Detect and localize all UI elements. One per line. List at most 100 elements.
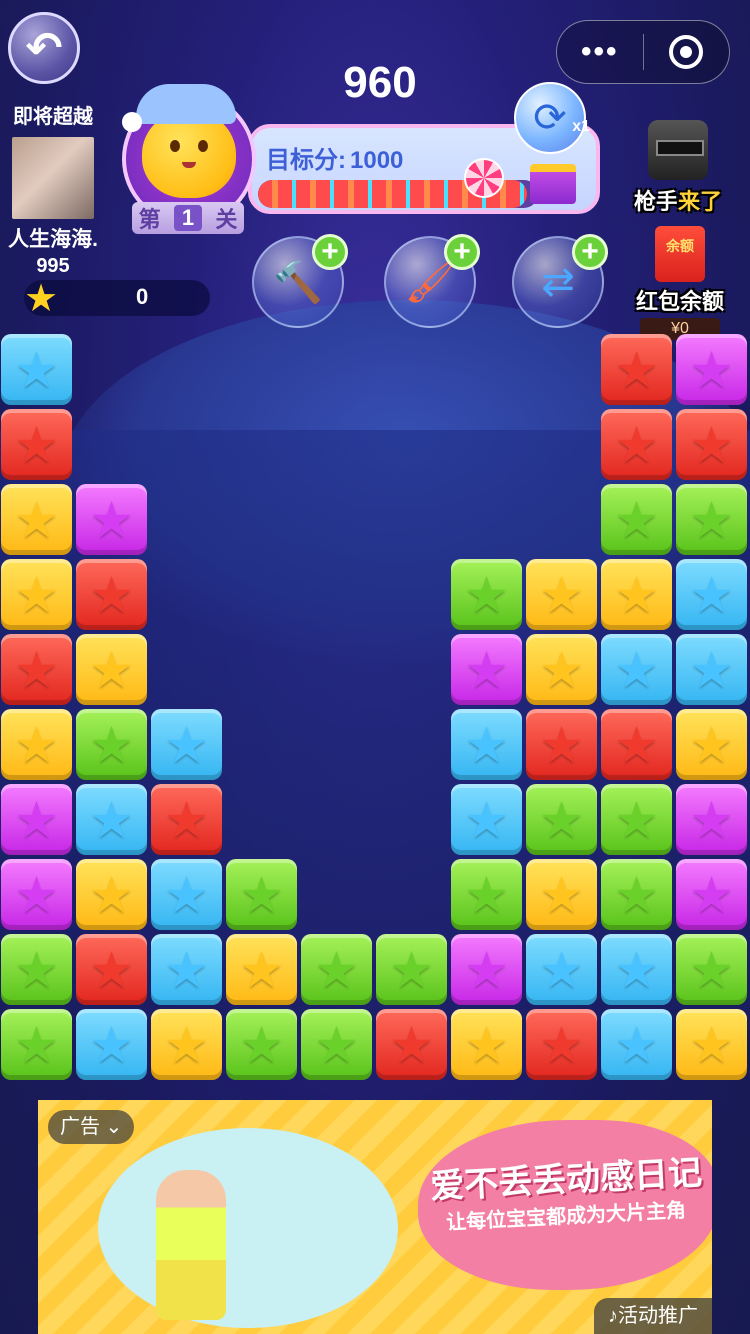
plus-icon[interactable]: +	[312, 234, 348, 270]
star-counter: ★ 0	[24, 278, 210, 320]
tile-yellow[interactable]: ★	[1, 709, 72, 780]
tile-yellow[interactable]: ★	[451, 1009, 522, 1080]
tile-blue[interactable]: ★	[601, 1009, 672, 1080]
gift-box-icon[interactable]	[530, 164, 576, 204]
tile-purple[interactable]: ★	[676, 334, 747, 405]
star-icon: ★	[614, 866, 659, 923]
tile-red[interactable]: ★	[601, 709, 672, 780]
star-icon: ★	[689, 716, 734, 773]
tile-red[interactable]: ★	[601, 334, 672, 405]
lollipop-icon	[464, 158, 504, 198]
tile-yellow[interactable]: ★	[226, 934, 297, 1005]
ad-banner[interactable]: 爱不丢丢动感日记 让每位宝宝都成为大片主角 广告 ⌄ ♪活动推广	[38, 1100, 712, 1334]
tile-green[interactable]: ★	[676, 934, 747, 1005]
tile-blue[interactable]: ★	[151, 709, 222, 780]
tile-purple[interactable]: ★	[451, 934, 522, 1005]
tile-red[interactable]: ★	[76, 934, 147, 1005]
tile-green[interactable]: ★	[1, 1009, 72, 1080]
plus-icon[interactable]: +	[572, 234, 608, 270]
rival-avatar	[12, 137, 94, 219]
star-icon: ★	[614, 566, 659, 623]
level-indicator: 第 1 关	[132, 202, 244, 234]
tile-yellow[interactable]: ★	[76, 634, 147, 705]
powerup-shuffle[interactable]: ⇄ +	[512, 234, 608, 328]
tile-green[interactable]: ★	[526, 784, 597, 855]
tile-green[interactable]: ★	[1, 934, 72, 1005]
tile-green[interactable]: ★	[301, 1009, 372, 1080]
star-icon: ★	[539, 716, 584, 773]
tile-blue[interactable]: ★	[526, 934, 597, 1005]
tile-green[interactable]: ★	[676, 484, 747, 555]
tile-red[interactable]: ★	[1, 634, 72, 705]
star-icon: ★	[389, 941, 434, 998]
tile-yellow[interactable]: ★	[151, 1009, 222, 1080]
tile-red[interactable]: ★	[376, 1009, 447, 1080]
tile-purple[interactable]: ★	[76, 484, 147, 555]
tile-red[interactable]: ★	[526, 1009, 597, 1080]
tile-blue[interactable]: ★	[76, 1009, 147, 1080]
tile-green[interactable]: ★	[301, 934, 372, 1005]
star-icon: ★	[614, 491, 659, 548]
tile-blue[interactable]: ★	[676, 559, 747, 630]
tile-blue[interactable]: ★	[151, 859, 222, 930]
tile-yellow[interactable]: ★	[76, 859, 147, 930]
nightcap-icon	[122, 84, 236, 132]
powerup-paint-brush[interactable]: 🖌 +	[384, 234, 480, 328]
tile-yellow[interactable]: ★	[676, 709, 747, 780]
star-icon: ★	[239, 866, 284, 923]
tile-blue[interactable]: ★	[1, 334, 72, 405]
tile-yellow[interactable]: ★	[676, 1009, 747, 1080]
tile-green[interactable]: ★	[601, 859, 672, 930]
tile-yellow[interactable]: ★	[526, 859, 597, 930]
tile-purple[interactable]: ★	[676, 859, 747, 930]
tile-red[interactable]: ★	[676, 409, 747, 480]
tile-red[interactable]: ★	[151, 784, 222, 855]
tile-green[interactable]: ★	[451, 559, 522, 630]
tile-green[interactable]: ★	[226, 859, 297, 930]
tile-blue[interactable]: ★	[76, 784, 147, 855]
tile-red[interactable]: ★	[526, 709, 597, 780]
star-icon: ★	[464, 641, 509, 698]
gunner-label-highlight: 来了	[678, 189, 723, 214]
tile-green[interactable]: ★	[76, 709, 147, 780]
tile-purple[interactable]: ★	[676, 784, 747, 855]
tile-red[interactable]: ★	[76, 559, 147, 630]
tile-purple[interactable]: ★	[1, 784, 72, 855]
tile-yellow[interactable]: ★	[601, 559, 672, 630]
hammer-icon: 🔨	[273, 260, 323, 305]
tile-blue[interactable]: ★	[676, 634, 747, 705]
star-icon: ★	[89, 791, 134, 848]
tile-green[interactable]: ★	[601, 484, 672, 555]
tile-blue[interactable]: ★	[451, 709, 522, 780]
powerup-hammer[interactable]: 🔨 +	[252, 234, 348, 328]
rival-score: 995	[36, 255, 70, 277]
refresh-button[interactable]: ⟳ x1	[514, 82, 590, 154]
plus-icon[interactable]: +	[444, 234, 480, 270]
tile-purple[interactable]: ★	[1, 859, 72, 930]
tile-green[interactable]: ★	[601, 784, 672, 855]
tile-blue[interactable]: ★	[601, 934, 672, 1005]
brush-icon: 🖌	[404, 260, 456, 305]
star-icon: ★	[539, 566, 584, 623]
tile-yellow[interactable]: ★	[526, 559, 597, 630]
tile-blue[interactable]: ★	[601, 634, 672, 705]
tile-red[interactable]: ★	[1, 409, 72, 480]
star-icon: ★	[14, 716, 59, 773]
tile-yellow[interactable]: ★	[526, 634, 597, 705]
star-icon: ★	[89, 491, 134, 548]
red-packet-balance-button[interactable]: 余额 红包余额 ¥0	[630, 226, 730, 340]
ad-tag[interactable]: 广告 ⌄	[48, 1110, 135, 1144]
tile-purple[interactable]: ★	[451, 634, 522, 705]
tile-yellow[interactable]: ★	[1, 559, 72, 630]
current-score: 960	[343, 58, 417, 107]
tile-yellow[interactable]: ★	[1, 484, 72, 555]
star-icon: ★	[689, 416, 734, 473]
tile-blue[interactable]: ★	[451, 784, 522, 855]
gunner-event-button[interactable]: 枪手来了	[630, 120, 726, 216]
tile-blue[interactable]: ★	[151, 934, 222, 1005]
tile-green[interactable]: ★	[226, 1009, 297, 1080]
tile-green[interactable]: ★	[451, 859, 522, 930]
tile-red[interactable]: ★	[601, 409, 672, 480]
tile-green[interactable]: ★	[376, 934, 447, 1005]
refresh-count: x1	[572, 118, 590, 135]
